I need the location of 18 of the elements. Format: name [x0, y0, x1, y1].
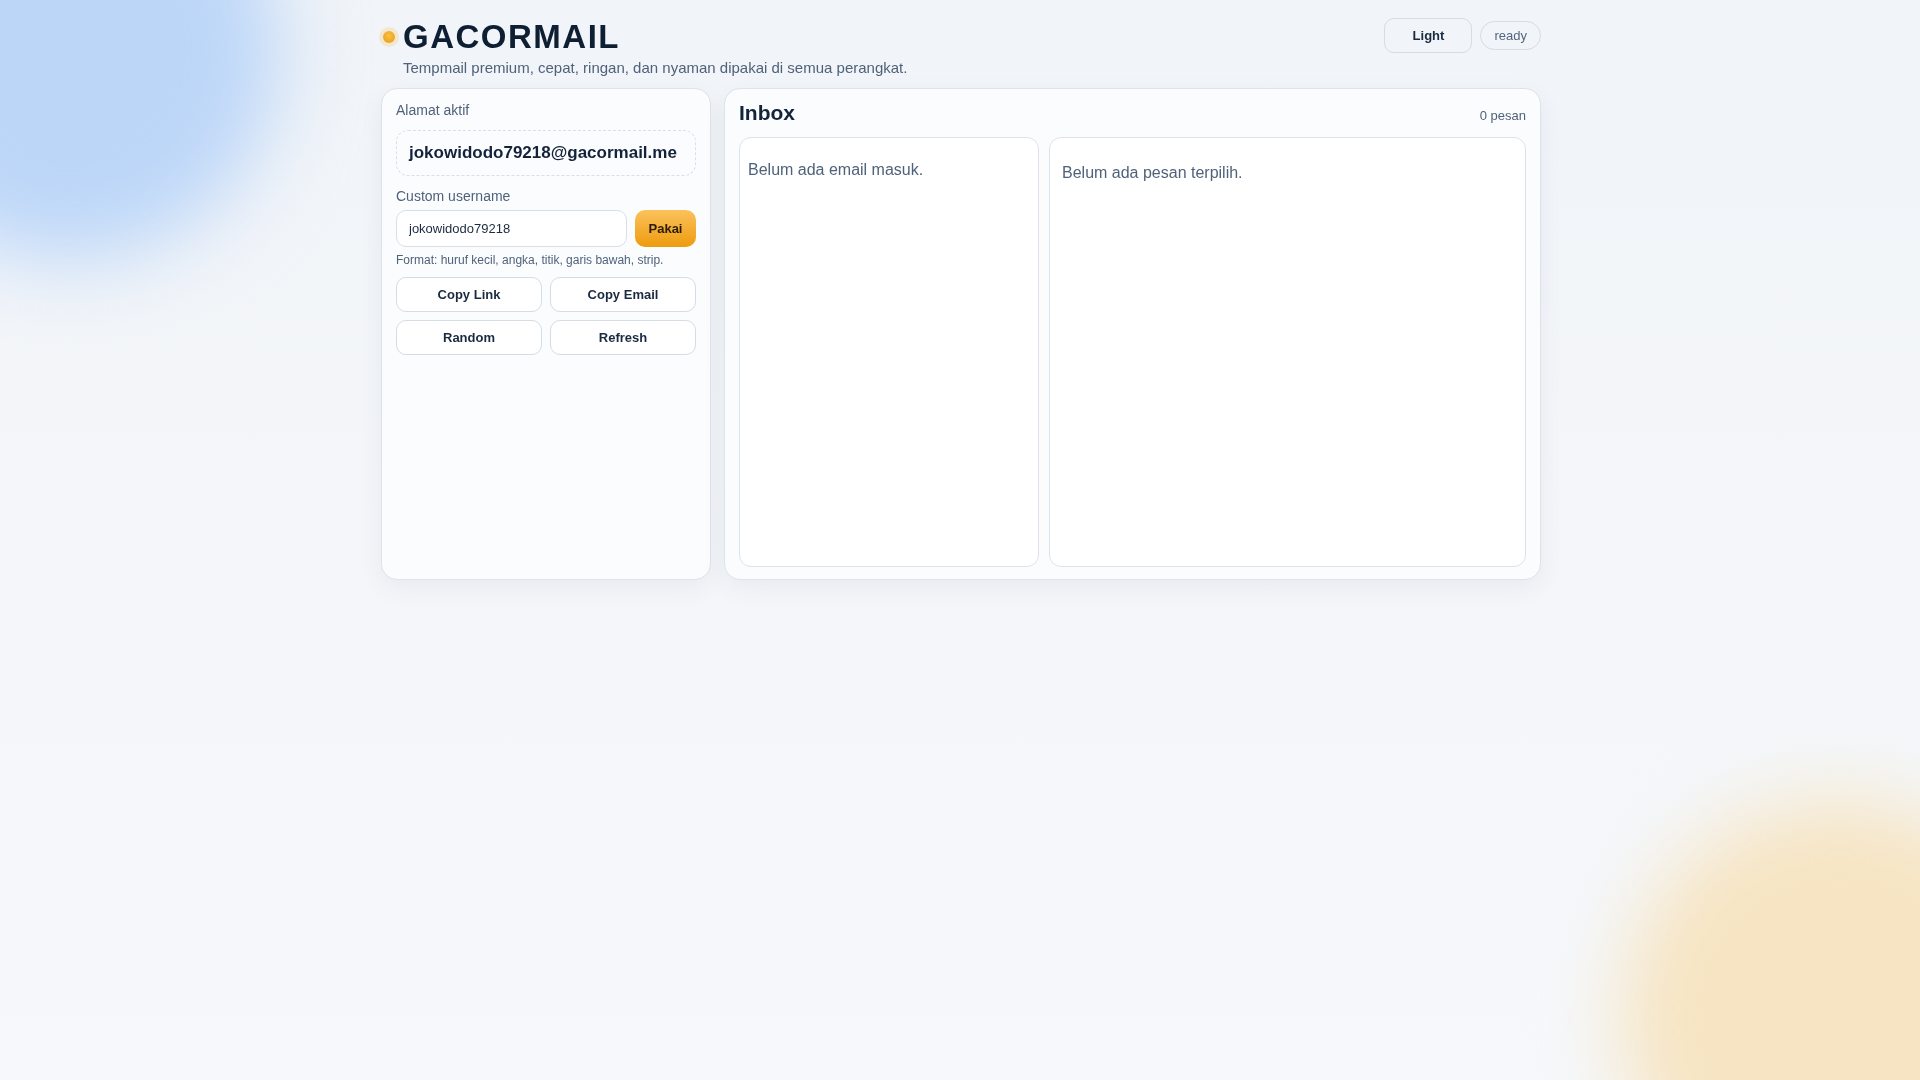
action-button[interactable]: Refresh — [550, 320, 696, 355]
action-button[interactable]: Random — [396, 320, 542, 355]
empty-list-text: Belum ada email masuk. — [748, 161, 924, 178]
empty-detail-text: Belum ada pesan terpilih. — [1062, 164, 1243, 181]
inbox-title: Inbox — [739, 101, 795, 125]
tagline: Tempmail premium, cepat, ringan, dan nyaman dipakai di semua perangkat. — [403, 59, 908, 76]
format-hint: Format: huruf kecil, angka, titik, garis bawah, strip. — [396, 253, 665, 267]
section-label: Alamat aktif — [396, 102, 471, 118]
field-label: Custom username — [396, 188, 512, 204]
username-input-field[interactable]: jokowidodo79218 — [396, 210, 627, 247]
email-address-display: jokowidodo79218@gacormail.me — [396, 130, 696, 176]
app-title: GACORMAIL — [403, 18, 620, 56]
message-count: 0 pesan — [1479, 108, 1526, 123]
action-button[interactable]: Copy Link — [396, 277, 542, 312]
theme-toggle-button[interactable]: Light — [1384, 18, 1473, 53]
status-dot-icon — [383, 31, 395, 43]
action-button[interactable]: Copy Email — [550, 277, 696, 312]
apply-button[interactable]: Pakai — [635, 210, 696, 247]
